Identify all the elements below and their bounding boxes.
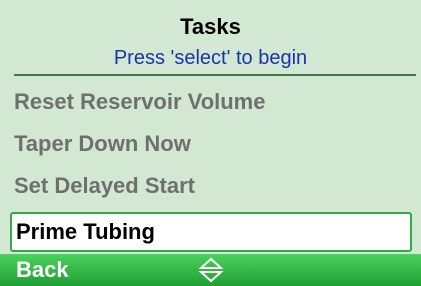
page-title: Tasks	[180, 14, 241, 39]
menu-item-taper-down-now[interactable]: Taper Down Now	[14, 124, 416, 164]
header: Tasks Press 'select' to begin	[0, 0, 421, 76]
footer-bar: Back	[0, 254, 421, 286]
menu-item-reset-reservoir-volume[interactable]: Reset Reservoir Volume	[14, 82, 416, 122]
menu-item-set-delayed-start[interactable]: Set Delayed Start	[14, 166, 416, 206]
divider	[14, 74, 416, 76]
menu-item-prime-tubing[interactable]: Prime Tubing	[10, 212, 412, 252]
back-button[interactable]: Back	[16, 257, 69, 283]
page-subtitle: Press 'select' to begin	[113, 47, 308, 69]
up-down-arrows-icon	[198, 257, 224, 283]
